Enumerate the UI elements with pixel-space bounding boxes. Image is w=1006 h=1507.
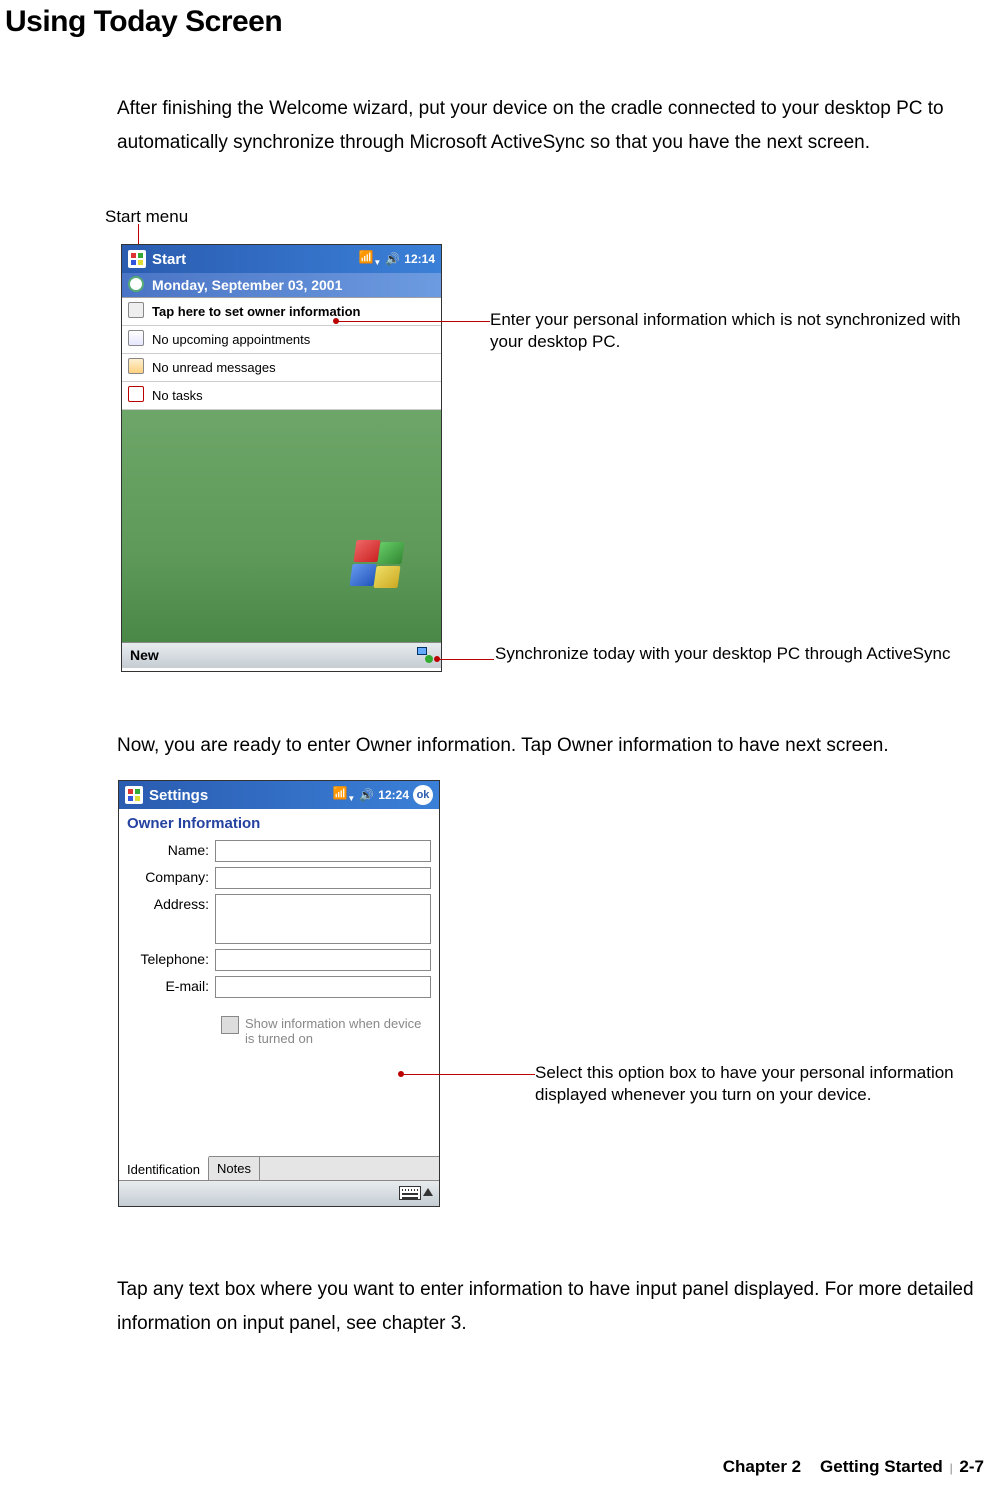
paragraph-3: Tap any text box where you want to enter… [117,1273,987,1341]
footer-page: 2-7 [959,1457,984,1476]
titlebar-text[interactable]: Start [152,251,358,268]
titlebar: Settings 📶 🔊 12:24 ok [119,781,439,809]
panel-title: Owner Information [119,809,439,836]
signal-icon[interactable]: 📶 [332,786,355,803]
form-row-name: Name: [127,840,431,862]
calendar-icon [128,330,144,346]
paragraph-2: Now, you are ready to enter Owner inform… [117,735,987,757]
input-email[interactable] [215,976,431,998]
callout-leader-start-menu [138,224,139,244]
footer-separator: | [950,1461,953,1475]
label-address: Address: [127,894,215,944]
form-row-email: E-mail: [127,976,431,998]
inbox-text: No unread messages [152,360,276,375]
tasks-row[interactable]: No tasks [122,382,441,410]
clock-time[interactable]: 12:14 [404,252,435,266]
input-address[interactable] [215,894,431,944]
appointments-row[interactable]: No upcoming appointments [122,326,441,354]
input-panel-bar [119,1180,439,1206]
tab-identification[interactable]: Identification [119,1156,209,1180]
inbox-row[interactable]: No unread messages [122,354,441,382]
clock-icon [128,276,144,292]
speaker-icon[interactable]: 🔊 [385,252,400,266]
owner-icon [128,302,144,318]
tab-notes[interactable]: Notes [209,1157,260,1180]
windows-flag-icon[interactable] [128,250,146,268]
label-name: Name: [127,840,215,862]
callout-label-start-menu: Start menu [105,207,188,227]
input-panel-up-icon[interactable] [423,1188,433,1196]
footer-section: Getting Started [820,1457,943,1476]
status-icons: 📶 🔊 12:14 [358,250,435,267]
form-row-address: Address: [127,894,431,944]
form-row-company: Company: [127,867,431,889]
label-email: E-mail: [127,976,215,998]
windows-flag-icon[interactable] [125,786,143,804]
date-row[interactable]: Monday, September 03, 2001 [122,273,441,298]
callout-leader [436,659,494,660]
new-label: New [130,647,159,663]
tasks-icon [128,386,144,402]
callout-show-info: Select this option box to have your pers… [535,1062,955,1106]
callout-leader [400,1074,535,1075]
page-heading: Using Today Screen [5,5,282,39]
speaker-icon[interactable]: 🔊 [359,788,374,802]
appointments-text: No upcoming appointments [152,332,310,347]
callout-leader [334,321,490,322]
label-telephone: Telephone: [127,949,215,971]
checkbox-label: Show information when device is turned o… [245,1016,431,1046]
ok-button[interactable]: ok [413,785,433,805]
input-company[interactable] [215,867,431,889]
input-telephone[interactable] [215,949,431,971]
wallpaper-area [122,410,441,642]
clock-time[interactable]: 12:24 [378,788,409,802]
callout-activesync: Synchronize today with your desktop PC t… [495,643,965,665]
tabs: Identification Notes [119,1156,439,1180]
screenshot-owner-information: Settings 📶 🔊 12:24 ok Owner Information … [118,780,440,1207]
new-command-bar[interactable]: New [122,642,441,668]
input-name[interactable] [215,840,431,862]
footer-chapter: Chapter 2 [723,1457,801,1476]
label-company: Company: [127,867,215,889]
mail-icon [128,358,144,374]
windows-logo-icon [341,540,396,590]
show-info-checkbox-row[interactable]: Show information when device is turned o… [127,1016,431,1046]
form-row-telephone: Telephone: [127,949,431,971]
tasks-text: No tasks [152,388,203,403]
keyboard-icon[interactable] [399,1186,421,1200]
intro-paragraph: After finishing the Welcome wizard, put … [117,92,987,160]
callout-owner-info: Enter your personal information which is… [490,309,990,353]
signal-icon[interactable]: 📶 [358,250,381,267]
page-footer: Chapter 2 Getting Started | 2-7 [723,1457,984,1477]
checkbox-show-info[interactable] [221,1016,239,1034]
titlebar-text: Settings [149,787,332,804]
status-icons: 📶 🔊 12:24 ok [332,785,433,805]
date-text: Monday, September 03, 2001 [152,277,342,293]
owner-info-text: Tap here to set owner information [152,304,361,319]
titlebar: Start 📶 🔊 12:14 [122,245,441,273]
owner-form: Name: Company: Address: Telephone: E-mai… [119,836,439,1050]
activesync-icon[interactable] [417,647,433,663]
screenshot-today-screen: Start 📶 🔊 12:14 Monday, September 03, 20… [121,244,442,672]
